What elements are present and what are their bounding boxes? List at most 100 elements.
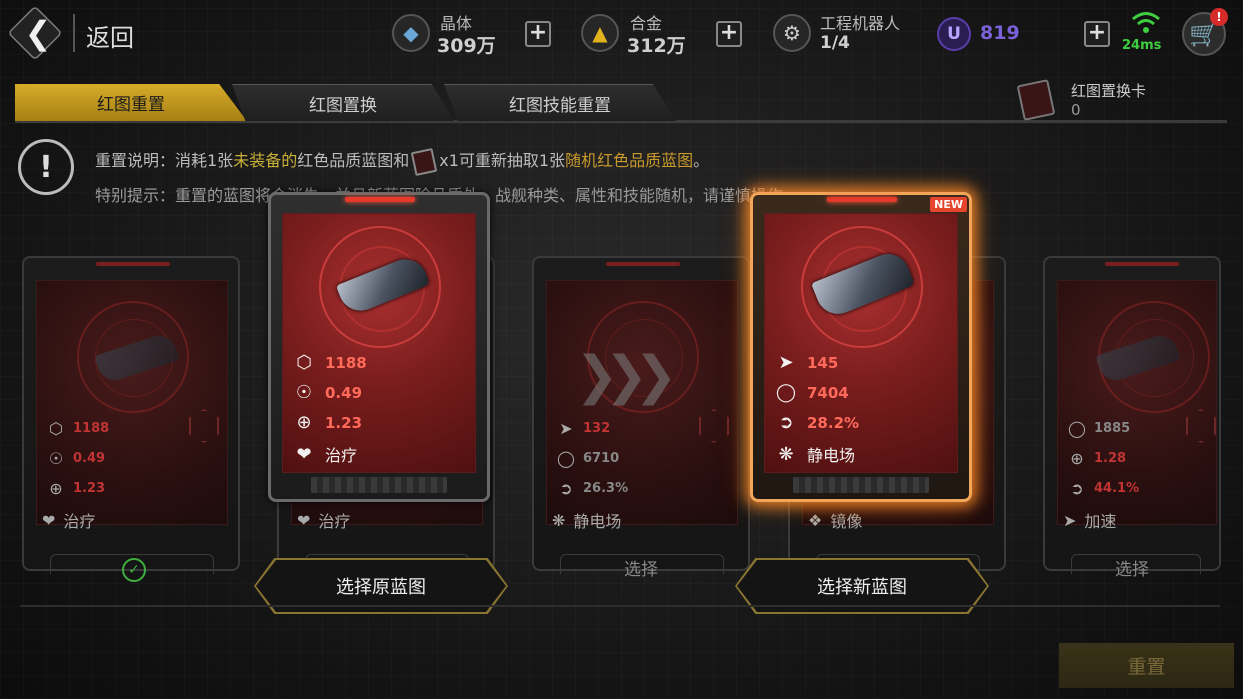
add-alloy-button[interactable]: + bbox=[716, 21, 742, 47]
stat-row: ➲ 44.1% bbox=[1068, 479, 1139, 498]
robot-value: 1/4 bbox=[820, 33, 850, 53]
select-label[interactable]: 选择 bbox=[1045, 555, 1219, 580]
u-currency-value: 819 bbox=[980, 22, 1020, 44]
stat-value: 1188 bbox=[73, 421, 110, 436]
original-blueprint-card[interactable]: ⬡ 1188 ☉ 0.49 ⊕ 1.23 ❤ 治疗 bbox=[268, 192, 490, 502]
back-arrow-icon[interactable]: ❮ bbox=[18, 12, 58, 54]
skill-row: ❤ 治疗 bbox=[293, 442, 357, 466]
select-label[interactable]: 选择 bbox=[534, 555, 748, 580]
skill-label: 静电场 bbox=[573, 512, 622, 531]
card-top-light bbox=[96, 262, 170, 266]
rank-icon bbox=[189, 409, 219, 443]
heart-icon: ❤ bbox=[296, 443, 312, 465]
rocket-icon: ➲ bbox=[559, 479, 573, 498]
skill-row: ❖ 镜像 bbox=[808, 508, 862, 532]
dial-icon: ☉ bbox=[295, 382, 313, 403]
stat-value: 1.28 bbox=[1094, 451, 1127, 466]
robot-label: 工程机器人 bbox=[820, 14, 901, 33]
rocket-icon: ➲ bbox=[778, 412, 794, 433]
card-top-light bbox=[1105, 262, 1179, 266]
crosshair-icon: ⊕ bbox=[296, 412, 312, 433]
stat-row: ➲ 26.3% bbox=[557, 479, 628, 498]
card-art: ◯ 1885 ⊕ 1.28 ➲ 44.1% bbox=[1057, 280, 1217, 525]
stat-row: ◯ 6710 bbox=[557, 449, 619, 468]
stat-row: ➤ 145 bbox=[775, 352, 838, 373]
rank-icon bbox=[699, 409, 729, 443]
stat-value: 145 bbox=[807, 353, 839, 372]
card-art: ❯❯❯ ➤ 132 ◯ 6710 ➲ 26.3% bbox=[546, 280, 738, 525]
swap-card-label: 红图置换卡 bbox=[1071, 82, 1147, 100]
swap-card-icon bbox=[1016, 79, 1056, 121]
boost-icon: ➤ bbox=[1063, 510, 1077, 530]
skill-row: ❤ 治疗 bbox=[42, 508, 95, 532]
swap-card-mini-icon bbox=[410, 147, 438, 176]
header-divider bbox=[73, 14, 75, 52]
add-crystal-button[interactable]: + bbox=[525, 21, 551, 47]
stat-value: 44.1% bbox=[1094, 481, 1140, 496]
card-base-plate bbox=[793, 477, 929, 493]
stat-value: 0.49 bbox=[73, 451, 106, 466]
back-label[interactable]: 返回 bbox=[86, 18, 134, 53]
skill-label: 镜像 bbox=[830, 512, 863, 531]
missile-icon: ➤ bbox=[559, 419, 573, 438]
robot-icon: ⚙ bbox=[773, 14, 811, 52]
stat-row: ⬡ 1188 bbox=[47, 419, 109, 438]
skill-label: 治疗 bbox=[325, 446, 358, 465]
card-art: ➤ 145 ◯ 7404 ➲ 28.2% ❋ 静电场 bbox=[764, 213, 958, 473]
skill-row: ❋ 静电场 bbox=[552, 508, 621, 532]
blueprint-card-5[interactable]: ◯ 1885 ⊕ 1.28 ➲ 44.1% ➤ 加速 选择 bbox=[1043, 256, 1221, 580]
shield-arc-icon: ◯ bbox=[1068, 419, 1086, 438]
skill-label: 加速 bbox=[1084, 512, 1117, 531]
stat-row: ⬡ 1188 bbox=[293, 352, 367, 373]
alloy-icon: ▲ bbox=[581, 14, 619, 52]
crosshair-icon: ⊕ bbox=[1070, 449, 1084, 468]
hex-cluster-icon: ⬡ bbox=[296, 352, 312, 373]
shield-arc-icon: ◯ bbox=[557, 449, 575, 468]
wifi-icon bbox=[1132, 12, 1160, 33]
skill-row: ❤ 治疗 bbox=[297, 508, 350, 532]
reset-button[interactable]: 重置 bbox=[1059, 643, 1234, 688]
tab-red-blueprint-swap[interactable]: 红图置换 bbox=[232, 84, 454, 121]
card-top-light bbox=[345, 197, 415, 202]
stat-value: 28.2% bbox=[807, 413, 860, 432]
alloy-value: 312万 bbox=[627, 35, 686, 57]
spark-icon: ❋ bbox=[552, 510, 566, 530]
blueprint-card-3[interactable]: ❯❯❯ ➤ 132 ◯ 6710 ➲ 26.3% ❋ 静电场 选择 bbox=[532, 256, 750, 580]
stat-value: 26.3% bbox=[583, 481, 629, 496]
ping-readout: 24ms bbox=[1122, 38, 1162, 53]
dial-icon: ☉ bbox=[48, 449, 64, 468]
stat-value: 0.49 bbox=[325, 383, 363, 402]
rank-icon bbox=[1186, 409, 1216, 443]
card-base-plate bbox=[311, 477, 447, 493]
card-art: ⬡ 1188 ☉ 0.49 ⊕ 1.23 bbox=[36, 280, 228, 525]
stat-value: 1.23 bbox=[325, 413, 363, 432]
skill-label: 静电场 bbox=[807, 446, 856, 465]
stat-row: ⊕ 1.28 bbox=[1068, 449, 1126, 468]
swap-arrows-icon: ❯❯❯ bbox=[575, 346, 678, 406]
reset-description: 重置说明：消耗1张未装备的红色品质蓝图和 x1可重新抽取1张随机红色品质蓝图。 bbox=[95, 147, 709, 176]
u-currency-icon: U bbox=[937, 17, 971, 51]
skill-label: 治疗 bbox=[63, 512, 96, 531]
new-badge: NEW bbox=[930, 197, 967, 212]
stat-value: 7404 bbox=[807, 383, 849, 402]
mirror-icon: ❖ bbox=[808, 510, 823, 530]
stat-row: ☉ 0.49 bbox=[293, 382, 362, 403]
stat-value: 1.23 bbox=[73, 481, 106, 496]
spark-icon: ❋ bbox=[778, 443, 794, 465]
rocket-icon: ➲ bbox=[1070, 479, 1084, 498]
skill-row: ➤ 加速 bbox=[1063, 508, 1116, 532]
tab-red-blueprint-reset[interactable]: 红图重置 bbox=[15, 84, 247, 121]
stat-value: 1885 bbox=[1094, 421, 1131, 436]
blueprint-card-1[interactable]: ⬡ 1188 ☉ 0.49 ⊕ 1.23 ❤ 治疗 ✓ bbox=[22, 256, 240, 582]
shield-arc-icon: ◯ bbox=[775, 382, 797, 403]
stat-row: ◯ 7404 bbox=[775, 382, 849, 403]
stat-row: ⊕ 1.23 bbox=[293, 412, 362, 433]
heart-icon: ❤ bbox=[42, 510, 56, 530]
new-blueprint-card[interactable]: NEW ➤ 145 ◯ 7404 ➲ 28.2% ❋ 静电场 bbox=[750, 192, 972, 502]
add-u-currency-button[interactable]: + bbox=[1084, 21, 1110, 47]
tab-red-blueprint-skill-reset[interactable]: 红图技能重置 bbox=[444, 84, 676, 121]
stat-row: ◯ 1885 bbox=[1068, 419, 1130, 438]
cart-notification-badge: ! bbox=[1210, 8, 1228, 26]
card-top-light bbox=[606, 262, 680, 266]
missile-icon: ➤ bbox=[778, 352, 794, 373]
